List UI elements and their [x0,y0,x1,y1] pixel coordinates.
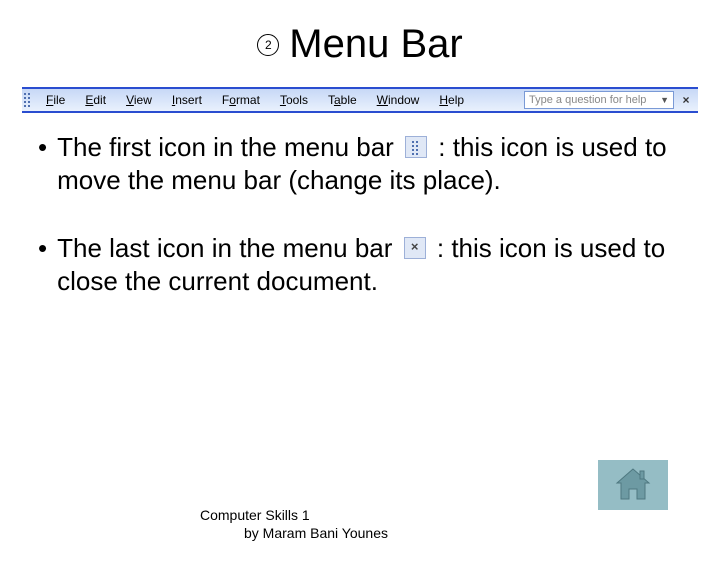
home-button[interactable] [598,460,668,510]
menubar: FileEditViewInsertFormatToolsTableWindow… [22,87,698,113]
home-icon [613,467,653,503]
bullet-item: • The last icon in the menu bar × : this… [38,232,682,299]
close-icon: × [682,93,689,107]
menu-item[interactable]: Tools [270,89,318,111]
menu-item[interactable]: View [116,89,162,111]
drag-handle-icon [405,136,427,158]
bullet-text: The first icon in the menu bar : this ic… [57,131,682,198]
menubar-right: Type a question for help ▼ × [524,91,698,109]
footer-line-1: Computer Skills 1 [200,507,388,525]
help-question-box[interactable]: Type a question for help ▼ [524,91,674,109]
close-document-button[interactable]: × [678,92,694,108]
close-icon: × [404,237,426,259]
slide-number: 2 [265,38,272,52]
chevron-down-icon[interactable]: ▼ [660,95,669,105]
menu-item[interactable]: Edit [75,89,116,111]
bullet-text: The last icon in the menu bar × : this i… [57,232,682,299]
menu-items: FileEditViewInsertFormatToolsTableWindow… [36,89,474,111]
bullet-dot: • [38,232,47,299]
content: • The first icon in the menu bar : this … [0,131,720,298]
footer-line-2: by Maram Bani Younes [200,525,388,543]
bullet-dot: • [38,131,47,198]
slide-number-circle: 2 [257,34,279,56]
bullet-pre: The last icon in the menu bar [57,233,400,263]
slide-title: Menu Bar [289,22,462,67]
footer: Computer Skills 1 by Maram Bani Younes [200,507,388,542]
menu-item[interactable]: Format [212,89,270,111]
help-placeholder: Type a question for help [529,94,646,106]
menu-item[interactable]: Insert [162,89,212,111]
title-row: 2 Menu Bar [0,22,720,67]
menubar-screenshot: FileEditViewInsertFormatToolsTableWindow… [22,87,698,113]
menu-item[interactable]: Help [429,89,474,111]
bullet-pre: The first icon in the menu bar [57,132,401,162]
menu-item[interactable]: Window [367,89,430,111]
drag-handle-icon[interactable] [22,89,32,111]
menu-item[interactable]: File [36,89,75,111]
bullet-item: • The first icon in the menu bar : this … [38,131,682,198]
menu-item[interactable]: Table [318,89,367,111]
